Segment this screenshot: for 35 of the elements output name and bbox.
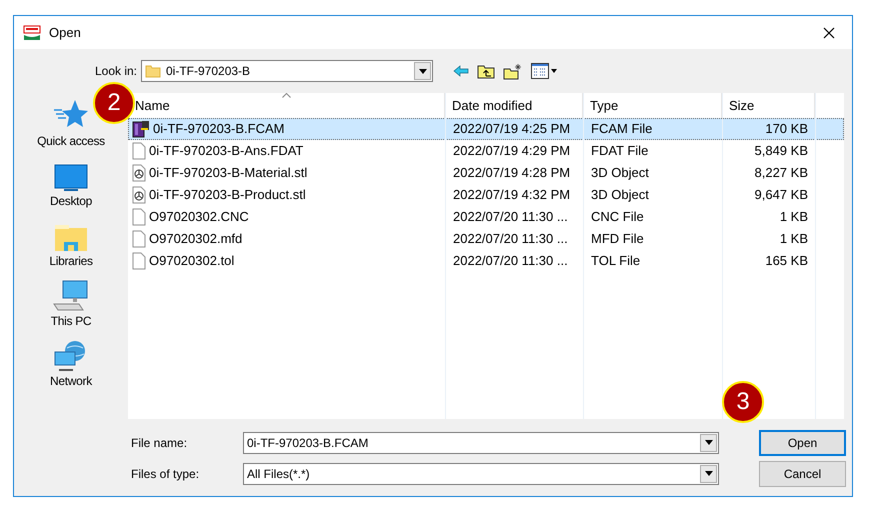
file-type: FCAM File	[590, 120, 654, 138]
look-in-value: 0i-TF-970203-B	[166, 63, 250, 80]
file-type: FDAT File	[590, 142, 650, 160]
file-size: 165 KB	[764, 252, 809, 270]
file-name-value: 0i-TF-970203-B.FCAM	[247, 434, 368, 452]
file-name-label: File name:	[130, 434, 188, 452]
file-name: O97020302.mfd	[149, 230, 242, 248]
file-type: MFD File	[590, 230, 645, 248]
file-size: 9,647 KB	[754, 186, 809, 204]
date-modified: 2022/07/19 4:29 PM	[452, 142, 572, 160]
file-name: 0i-TF-970203-B-Ans.FDAT	[149, 142, 304, 160]
file-name: 0i-TF-970203-B-Product.stl	[149, 186, 306, 204]
file-size: 1 KB	[778, 208, 809, 226]
file-name: O97020302.CNC	[149, 208, 249, 226]
look-in-label: Look in:	[94, 63, 137, 80]
file-type-label: Files of type:	[130, 466, 200, 482]
file-size: 1 KB	[778, 230, 809, 248]
file-name: 0i-TF-970203-B.FCAM	[153, 120, 284, 138]
file-type-value: All Files(*.*)	[247, 466, 310, 482]
date-modified: 2022/07/20 11:30 ...	[452, 252, 569, 270]
window-title: Open	[49, 24, 81, 42]
date-modified: 2022/07/19 4:25 PM	[452, 120, 572, 138]
date-modified: 2022/07/20 11:30 ...	[452, 230, 569, 248]
file-size: 5,849 KB	[754, 142, 809, 160]
date-modified: 2022/07/20 11:30 ...	[452, 208, 569, 226]
file-name: 0i-TF-970203-B-Material.stl	[149, 164, 308, 182]
file-name: O97020302.tol	[149, 252, 234, 270]
file-type: TOL File	[590, 252, 642, 270]
file-size: 8,227 KB	[754, 164, 809, 182]
file-type: CNC File	[590, 208, 645, 226]
file-type: 3D Object	[590, 164, 650, 182]
file-type: 3D Object	[590, 186, 650, 204]
date-modified: 2022/07/19 4:28 PM	[452, 164, 572, 182]
file-size: 170 KB	[764, 120, 809, 138]
date-modified: 2022/07/19 4:32 PM	[452, 186, 572, 204]
